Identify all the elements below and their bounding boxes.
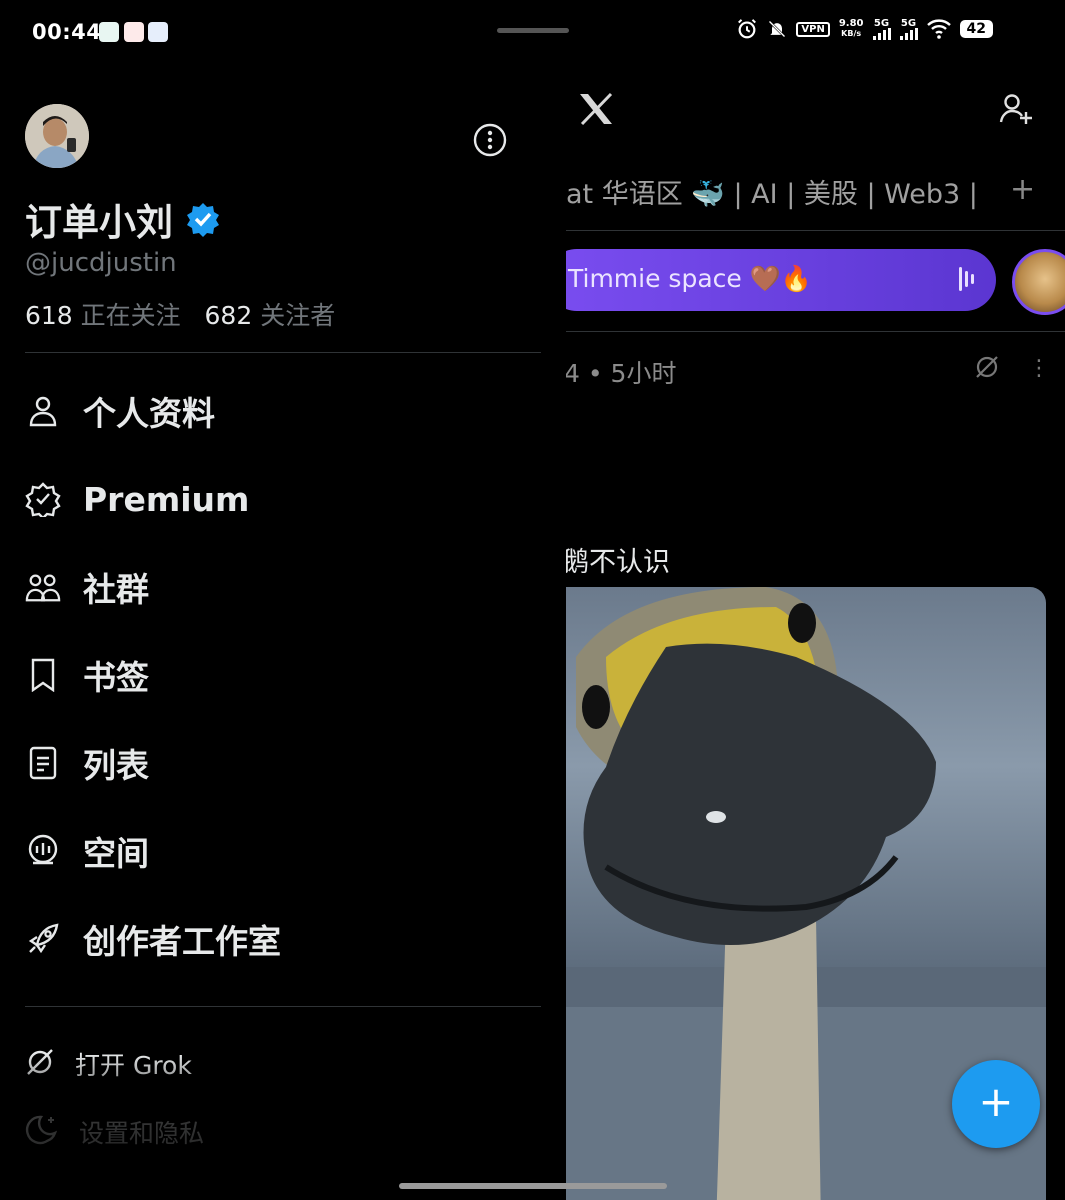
menu-item-spaces[interactable]: 空间 <box>25 826 149 876</box>
moon-icon <box>25 1113 59 1151</box>
alarm-icon <box>738 19 757 39</box>
communities-icon <box>25 569 61 605</box>
space-title: Timmie space 🤎🔥 <box>568 264 812 293</box>
grok-icon[interactable] <box>974 354 1000 384</box>
menu-item-label: 设置和隐私 <box>79 1119 205 1148</box>
menu-item-profile[interactable]: 个人资料 <box>25 386 215 436</box>
speed-unit: KB/s <box>841 29 862 38</box>
profile-divider <box>25 352 541 353</box>
vpn-badge: VPN <box>796 21 830 37</box>
menu-item-label: Premium <box>83 479 250 519</box>
navigation-drawer: 订单小刘 @jucdjustin 618 正在关注 682 关注者 个人资料 P… <box>0 64 566 1200</box>
signal-1-label: 5G <box>873 17 890 29</box>
account-more-button[interactable] <box>472 122 508 162</box>
add-tab-button[interactable]: + <box>1010 172 1035 207</box>
followers-count: 682 <box>204 301 253 330</box>
menu-item-communities[interactable]: 社群 <box>25 562 149 612</box>
network-speed: 9.80 KB/s <box>839 19 864 39</box>
x-logo-icon[interactable] <box>578 90 614 136</box>
menu-item-label: 个人资料 <box>83 394 215 433</box>
following-label: 正在关注 <box>80 301 181 330</box>
following-link[interactable]: 618 正在关注 <box>25 301 181 330</box>
menu-item-settings-privacy[interactable]: 设置和隐私 <box>25 1112 204 1152</box>
top-drag-handle[interactable] <box>497 28 569 33</box>
post-meta: 4 • 5小时 <box>566 359 677 388</box>
display-name: 订单小刘 <box>25 201 173 244</box>
lists-icon <box>25 745 61 781</box>
signal-2-label: 5G <box>900 17 917 29</box>
tab-list-text[interactable]: at 华语区 🐳 | AI | 美股 | Web3 | <box>566 179 978 210</box>
menu-item-label: 书签 <box>83 658 149 697</box>
menu-item-label: 打开 Grok <box>75 1051 192 1080</box>
menu-item-lists[interactable]: 列表 <box>25 738 149 788</box>
mail-notification-icon <box>148 22 168 42</box>
profile-icon <box>25 393 61 429</box>
menu-item-premium[interactable]: Premium <box>25 474 249 524</box>
spaces-icon <box>25 833 61 869</box>
menu-item-bookmarks[interactable]: 书签 <box>25 650 149 700</box>
bookmark-icon <box>25 657 61 693</box>
home-timeline: at 华语区 🐳 | AI | 美股 | Web3 | + Timmie spa… <box>566 64 1065 1200</box>
compose-post-button[interactable]: + <box>952 1060 1040 1148</box>
menu-item-label: 创作者工作室 <box>83 922 281 961</box>
signal-bars-icon <box>872 27 891 40</box>
followers-label: 关注者 <box>260 301 336 330</box>
menu-item-creator-studio[interactable]: 创作者工作室 <box>25 914 281 964</box>
signal-1: 5G <box>872 17 891 40</box>
space-host-avatar[interactable] <box>1012 249 1065 315</box>
following-count: 618 <box>25 301 73 330</box>
tabs-divider <box>566 230 1065 231</box>
timeline-tabs: at 华语区 🐳 | AI | 美股 | Web3 | + <box>566 172 1035 211</box>
user-photo <box>25 104 89 168</box>
menu-item-label: 社群 <box>83 570 149 609</box>
speed-value: 9.80 <box>838 18 864 29</box>
menu-item-open-grok[interactable]: 打开 Grok <box>25 1044 192 1084</box>
wifi-icon <box>926 19 951 39</box>
signal-bars-icon <box>899 27 918 40</box>
signal-2: 5G <box>899 17 918 40</box>
display-name-row[interactable]: 订单小刘 <box>25 192 221 246</box>
audio-wave-icon <box>959 267 974 291</box>
premium-icon <box>25 481 61 517</box>
user-handle[interactable]: @jucdjustin <box>25 248 177 278</box>
gesture-nav-bar[interactable] <box>399 1183 667 1189</box>
account-avatar[interactable] <box>25 104 89 168</box>
live-space-pill[interactable]: Timmie space 🤎🔥 <box>566 249 996 311</box>
verified-badge-icon <box>187 203 219 237</box>
mute-bell-icon <box>769 20 786 38</box>
battery-indicator: 42 <box>959 20 993 38</box>
add-user-icon[interactable] <box>999 92 1033 130</box>
menu-item-label: 列表 <box>83 746 149 785</box>
notification-icon <box>99 22 119 42</box>
notification-icon <box>124 22 144 42</box>
follow-stats: 618 正在关注 682 关注者 <box>25 296 335 332</box>
rocket-icon <box>25 921 61 957</box>
post-text: 鹅不认识 <box>566 547 670 578</box>
menu-divider <box>25 1006 541 1007</box>
status-time: 00:44 <box>32 20 102 44</box>
followers-link[interactable]: 682 关注者 <box>205 301 336 330</box>
menu-item-label: 空间 <box>83 834 149 873</box>
grok-icon <box>25 1047 55 1081</box>
status-bar: 00:44 VPN 9.80 KB/s 5G 5G 42 <box>0 0 1065 64</box>
post-more-icon[interactable]: ⋮ <box>1028 356 1050 381</box>
spaces-divider <box>566 331 1065 332</box>
status-indicators: VPN 9.80 KB/s 5G 5G 42 <box>736 18 993 40</box>
